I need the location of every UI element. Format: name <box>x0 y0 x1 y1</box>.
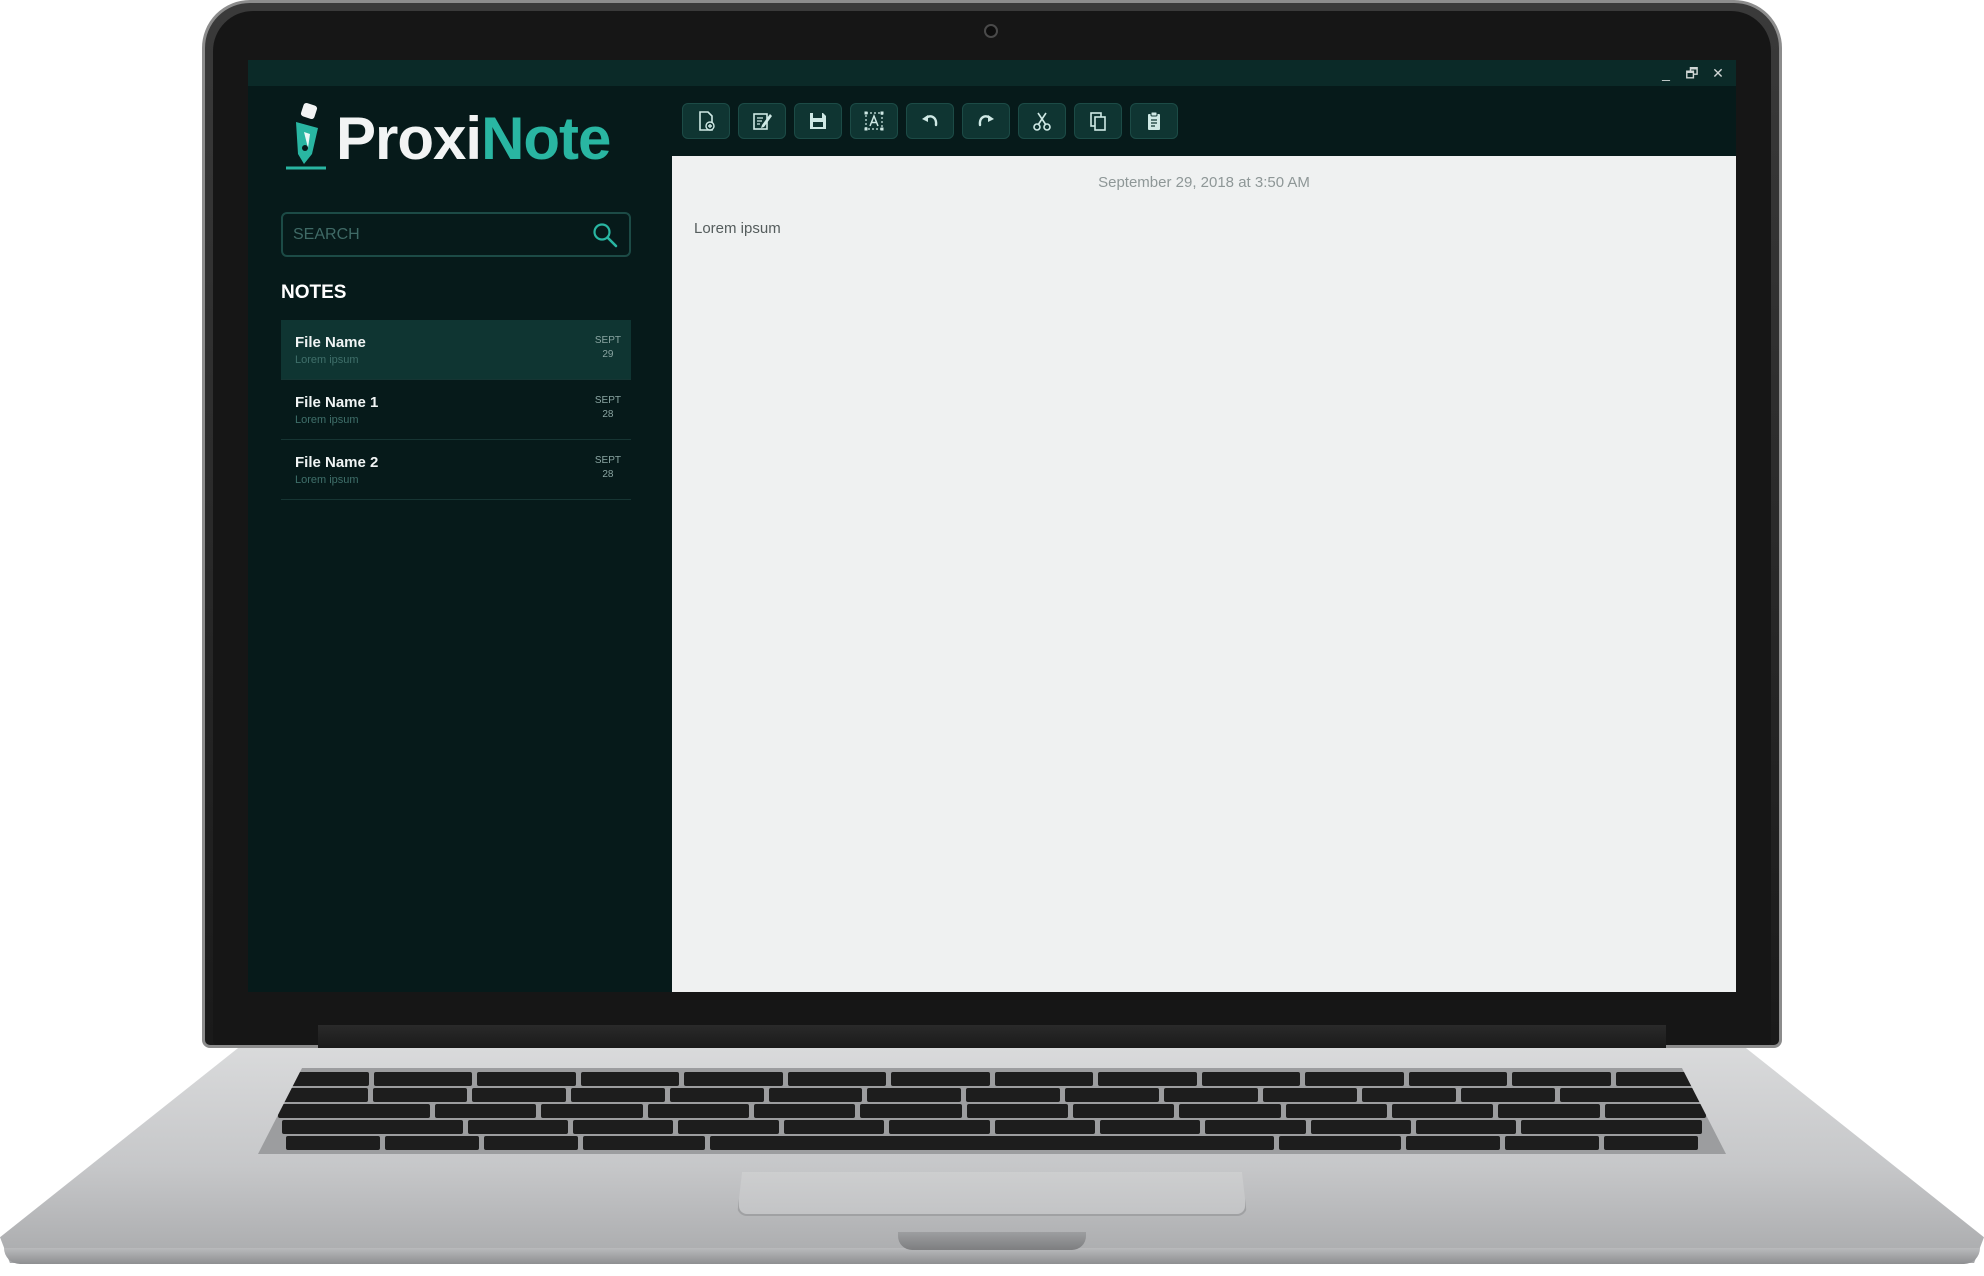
note-preview: Lorem ipsum <box>295 414 359 426</box>
undo-icon <box>922 115 938 127</box>
note-date-month: SEPT <box>594 455 621 466</box>
toolbar <box>672 86 1736 156</box>
edit-icon <box>753 113 772 130</box>
note-title: File Name <box>295 334 366 351</box>
minimize-button[interactable]: _ <box>1658 66 1674 80</box>
note-item[interactable]: File Name 2 Lorem ipsum SEPT 28 <box>281 440 631 500</box>
app-title-part2: Note <box>481 104 611 172</box>
paste-button[interactable] <box>1130 103 1178 139</box>
text-format-button[interactable] <box>850 103 898 139</box>
notes-heading: NOTES <box>281 282 347 303</box>
note-item[interactable]: File Name Lorem ipsum SEPT 29 <box>281 320 631 380</box>
keyboard-row <box>258 1120 1726 1134</box>
keyboard-row <box>258 1088 1726 1102</box>
laptop-notch <box>898 1232 1086 1250</box>
close-button[interactable]: ✕ <box>1710 66 1726 80</box>
search-input[interactable] <box>293 225 591 244</box>
app-window: _ 🗗 ✕ ProxiNote NOTES <box>248 60 1736 992</box>
note-date-day: 29 <box>602 349 614 360</box>
note-editor[interactable]: September 29, 2018 at 3:50 AM Lorem ipsu… <box>672 156 1736 992</box>
app-title: ProxiNote <box>336 104 611 173</box>
save-icon <box>810 113 826 129</box>
note-title: File Name 2 <box>295 454 379 471</box>
trackpad <box>737 1172 1247 1216</box>
note-date-month: SEPT <box>594 395 621 406</box>
pen-icon <box>286 102 326 170</box>
new-note-button[interactable] <box>682 103 730 139</box>
note-date-day: 28 <box>602 409 614 420</box>
app-title-part1: Proxi <box>336 104 482 172</box>
laptop-base-edge <box>4 1248 1980 1264</box>
redo-icon <box>978 115 994 127</box>
notes-list: File Name Lorem ipsum SEPT 29 File Name … <box>281 320 631 500</box>
search-box <box>281 212 631 257</box>
note-date: SEPT 28 <box>595 394 621 422</box>
keyboard-row <box>258 1104 1726 1118</box>
note-preview: Lorem ipsum <box>295 354 359 366</box>
keyboard-row <box>258 1136 1726 1150</box>
redo-button[interactable] <box>962 103 1010 139</box>
note-timestamp: September 29, 2018 at 3:50 AM <box>1098 174 1310 191</box>
app-logo: ProxiNote <box>282 98 611 178</box>
edit-button[interactable] <box>738 103 786 139</box>
keyboard <box>258 1068 1726 1154</box>
note-preview: Lorem ipsum <box>295 474 359 486</box>
keyboard-row <box>258 1072 1726 1086</box>
save-button[interactable] <box>794 103 842 139</box>
sidebar: ProxiNote NOTES File Name Lorem ipsum SE… <box>248 86 672 992</box>
note-item[interactable]: File Name 1 Lorem ipsum SEPT 28 <box>281 380 631 440</box>
restore-button[interactable]: 🗗 <box>1684 66 1700 80</box>
note-content[interactable]: Lorem ipsum <box>694 220 781 237</box>
note-date: SEPT 29 <box>595 334 621 362</box>
note-date: SEPT 28 <box>595 454 621 482</box>
camera-icon <box>984 24 998 38</box>
note-date-day: 28 <box>602 469 614 480</box>
note-title: File Name 1 <box>295 394 379 411</box>
undo-button[interactable] <box>906 103 954 139</box>
paste-icon <box>1148 111 1160 130</box>
copy-icon <box>1090 112 1106 131</box>
text-format-icon <box>864 111 884 131</box>
note-date-month: SEPT <box>594 335 621 346</box>
search-icon[interactable] <box>591 221 619 249</box>
title-bar: _ 🗗 ✕ <box>248 60 1736 86</box>
cut-icon <box>1033 112 1051 131</box>
copy-button[interactable] <box>1074 103 1122 139</box>
new-note-icon <box>699 111 715 131</box>
cut-button[interactable] <box>1018 103 1066 139</box>
